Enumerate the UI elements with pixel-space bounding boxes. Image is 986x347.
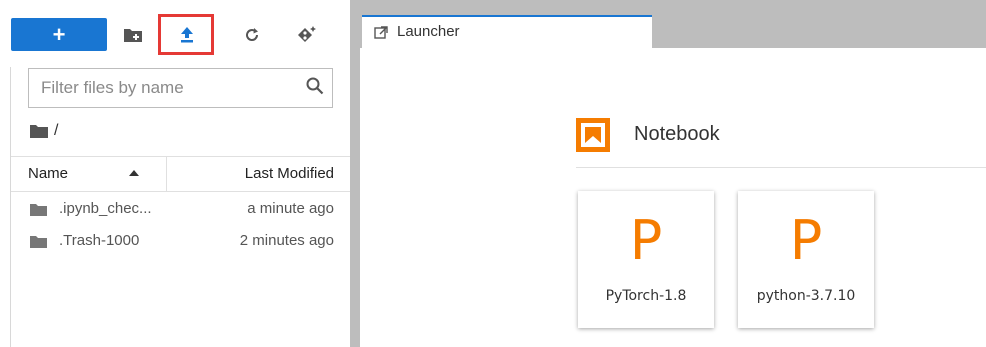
file-modified: a minute ago — [247, 200, 334, 217]
kernel-card-label: PyTorch-1.8 — [605, 288, 687, 304]
notebook-section-icon — [576, 118, 610, 152]
launcher-icon — [374, 26, 388, 39]
filter-files-input[interactable] — [41, 77, 291, 99]
kernel-logo-icon: P — [789, 209, 823, 272]
breadcrumb[interactable]: / — [30, 122, 58, 140]
section-divider — [576, 167, 986, 168]
filter-files-field[interactable] — [28, 68, 333, 108]
git-clone-icon — [298, 25, 316, 42]
refresh-button[interactable] — [232, 17, 272, 52]
kernel-card-label: python-3.7.10 — [756, 288, 856, 304]
tab-bar: Launcher — [360, 0, 986, 48]
file-modified: 2 minutes ago — [239, 232, 334, 249]
file-list-item[interactable]: .ipynb_chec... a minute ago — [11, 195, 350, 225]
search-icon — [306, 77, 324, 100]
refresh-icon — [246, 27, 259, 41]
section-title: Notebook — [634, 123, 720, 145]
new-folder-icon — [124, 28, 142, 42]
column-divider — [166, 157, 167, 191]
breadcrumb-root[interactable]: / — [54, 122, 58, 140]
panel-splitter[interactable] — [350, 0, 360, 347]
folder-icon — [30, 204, 47, 216]
folder-icon — [30, 125, 48, 138]
new-launcher-button[interactable]: + — [11, 18, 107, 51]
file-name: .Trash-1000 — [59, 232, 140, 249]
column-modified-header[interactable]: Last Modified — [245, 165, 334, 182]
kernel-logo-icon: P — [629, 209, 663, 272]
new-folder-button[interactable] — [113, 17, 153, 52]
launcher-panel: Notebook P PyTorch-1.8 P python-3.7.10 — [360, 48, 986, 347]
file-list-header: Name Last Modified — [11, 156, 350, 192]
folder-icon — [30, 236, 47, 248]
file-list-item[interactable]: .Trash-1000 2 minutes ago — [11, 227, 350, 257]
kernel-card-pytorch[interactable]: P PyTorch-1.8 — [578, 191, 714, 328]
file-name: .ipynb_chec... — [59, 200, 152, 217]
file-browser-toolbar: + — [0, 0, 350, 70]
column-name-header[interactable]: Name — [28, 165, 68, 182]
tab-label: Launcher — [397, 23, 460, 40]
git-clone-button[interactable] — [287, 17, 327, 52]
bookmark-icon — [585, 127, 601, 143]
kernel-card-python[interactable]: P python-3.7.10 — [738, 191, 874, 328]
sort-ascending-icon[interactable] — [129, 170, 139, 176]
upload-highlight-box — [158, 14, 214, 55]
tab-launcher[interactable]: Launcher — [362, 15, 652, 48]
